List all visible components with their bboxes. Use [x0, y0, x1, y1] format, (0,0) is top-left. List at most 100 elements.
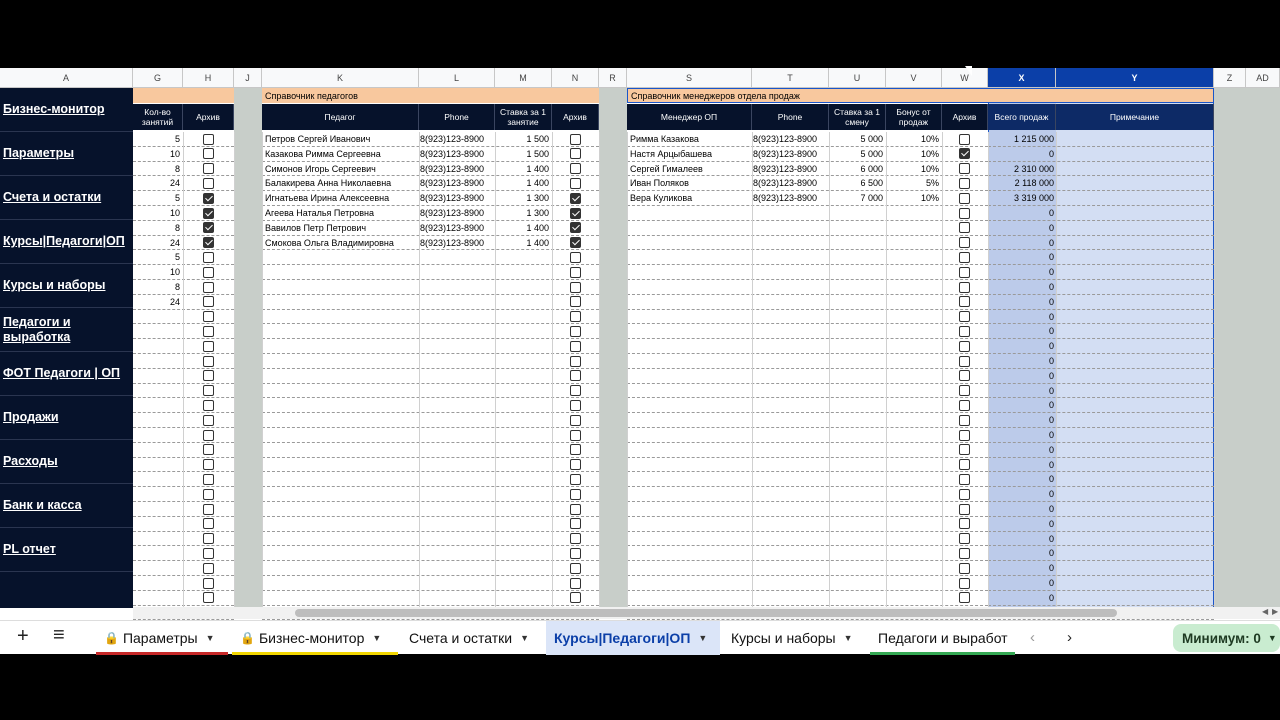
teacher-archive-checkbox[interactable]: [570, 192, 581, 204]
column-header-x[interactable]: X: [988, 68, 1056, 88]
archive-checkbox[interactable]: [203, 340, 214, 352]
teacher-archive-checkbox[interactable]: [570, 547, 581, 559]
archive-checkbox[interactable]: [203, 311, 214, 323]
manager-archive-checkbox[interactable]: [959, 488, 970, 500]
sheet-tab-5[interactable]: Педагоги и выработ: [870, 621, 1015, 655]
tabs-scroll-right-icon[interactable]: ›: [1067, 629, 1072, 646]
manager-archive-checkbox[interactable]: [959, 281, 970, 293]
scrollbar-thumb[interactable]: [295, 609, 1117, 617]
archive-checkbox[interactable]: [203, 459, 214, 471]
column-header-l[interactable]: L: [419, 68, 495, 88]
teacher-archive-checkbox[interactable]: [570, 592, 581, 604]
archive-checkbox[interactable]: [203, 399, 214, 411]
column-header-j[interactable]: J: [234, 68, 262, 88]
manager-archive-checkbox[interactable]: [959, 355, 970, 367]
manager-archive-checkbox[interactable]: [959, 340, 970, 352]
nav-link-10[interactable]: PL отчет: [0, 528, 133, 572]
nav-link-9[interactable]: Банк и касса: [0, 484, 133, 528]
manager-archive-checkbox[interactable]: [959, 237, 970, 249]
archive-checkbox[interactable]: [203, 237, 214, 249]
manager-archive-checkbox[interactable]: [959, 385, 970, 397]
archive-checkbox[interactable]: [203, 296, 214, 308]
archive-checkbox[interactable]: [203, 488, 214, 500]
archive-checkbox[interactable]: [203, 355, 214, 367]
teacher-archive-checkbox[interactable]: [570, 281, 581, 293]
archive-checkbox[interactable]: [203, 533, 214, 545]
teacher-archive-checkbox[interactable]: [570, 473, 581, 485]
sheet-tab-3[interactable]: Курсы|Педагоги|ОП ▼: [546, 621, 720, 655]
manager-archive-checkbox[interactable]: [959, 547, 970, 559]
teacher-archive-checkbox[interactable]: [570, 163, 581, 175]
teacher-archive-checkbox[interactable]: [570, 444, 581, 456]
nav-link-0[interactable]: Бизнес-монитор: [0, 88, 133, 132]
teacher-archive-checkbox[interactable]: [570, 518, 581, 530]
archive-checkbox[interactable]: [203, 473, 214, 485]
manager-archive-checkbox[interactable]: [959, 177, 970, 189]
teacher-archive-checkbox[interactable]: [570, 222, 581, 234]
archive-checkbox[interactable]: [203, 592, 214, 604]
teacher-archive-checkbox[interactable]: [570, 577, 581, 589]
column-header-k[interactable]: K: [262, 68, 419, 88]
manager-archive-checkbox[interactable]: [959, 399, 970, 411]
archive-checkbox[interactable]: [203, 503, 214, 515]
archive-checkbox[interactable]: [203, 163, 214, 175]
scroll-right-icon[interactable]: ▶: [1272, 607, 1280, 616]
teacher-archive-checkbox[interactable]: [570, 385, 581, 397]
archive-checkbox[interactable]: [203, 192, 214, 204]
archive-checkbox[interactable]: [203, 251, 214, 263]
teacher-archive-checkbox[interactable]: [570, 325, 581, 337]
tabs-scroll-left-icon[interactable]: ‹: [1030, 629, 1035, 646]
manager-archive-checkbox[interactable]: [959, 533, 970, 545]
manager-archive-checkbox[interactable]: [959, 518, 970, 530]
nav-link-7[interactable]: Продажи: [0, 396, 133, 440]
manager-archive-checkbox[interactable]: [959, 148, 970, 160]
column-header-ad[interactable]: AD: [1246, 68, 1280, 88]
teacher-archive-checkbox[interactable]: [570, 429, 581, 441]
column-header-r[interactable]: R: [599, 68, 627, 88]
nav-link-1[interactable]: Параметры: [0, 132, 133, 176]
manager-archive-checkbox[interactable]: [959, 163, 970, 175]
sheet-tab-4[interactable]: Курсы и наборы ▼: [723, 621, 865, 655]
archive-checkbox[interactable]: [203, 133, 214, 145]
manager-archive-checkbox[interactable]: [959, 429, 970, 441]
teacher-archive-checkbox[interactable]: [570, 414, 581, 426]
nav-link-6[interactable]: ФОТ Педагоги | ОП: [0, 352, 133, 396]
teacher-archive-checkbox[interactable]: [570, 399, 581, 411]
column-header-y[interactable]: Y: [1056, 68, 1214, 88]
archive-checkbox[interactable]: [203, 148, 214, 160]
teacher-archive-checkbox[interactable]: [570, 459, 581, 471]
archive-checkbox[interactable]: [203, 444, 214, 456]
archive-checkbox[interactable]: [203, 266, 214, 278]
teacher-archive-checkbox[interactable]: [570, 340, 581, 352]
manager-archive-checkbox[interactable]: [959, 266, 970, 278]
teacher-archive-checkbox[interactable]: [570, 355, 581, 367]
sheet-tab-2[interactable]: Счета и остатки ▼: [401, 621, 543, 655]
teacher-archive-checkbox[interactable]: [570, 237, 581, 249]
nav-link-8[interactable]: Расходы: [0, 440, 133, 484]
archive-checkbox[interactable]: [203, 222, 214, 234]
nav-link-2[interactable]: Счета и остатки: [0, 176, 133, 220]
manager-archive-checkbox[interactable]: [959, 207, 970, 219]
scroll-left-icon[interactable]: ◀: [1262, 607, 1270, 616]
column-header-s[interactable]: S: [627, 68, 752, 88]
archive-checkbox[interactable]: [203, 518, 214, 530]
archive-checkbox[interactable]: [203, 414, 214, 426]
column-header-n[interactable]: N: [552, 68, 599, 88]
column-header-a[interactable]: A: [0, 68, 133, 88]
manager-archive-checkbox[interactable]: [959, 503, 970, 515]
column-header-h[interactable]: H: [183, 68, 234, 88]
teacher-archive-checkbox[interactable]: [570, 533, 581, 545]
teacher-archive-checkbox[interactable]: [570, 207, 581, 219]
manager-archive-checkbox[interactable]: [959, 473, 970, 485]
column-header-u[interactable]: U: [829, 68, 886, 88]
manager-archive-checkbox[interactable]: [959, 414, 970, 426]
teacher-archive-checkbox[interactable]: [570, 562, 581, 574]
column-header-z[interactable]: Z: [1214, 68, 1246, 88]
manager-archive-checkbox[interactable]: [959, 370, 970, 382]
column-header-m[interactable]: M: [495, 68, 552, 88]
archive-checkbox[interactable]: [203, 207, 214, 219]
archive-checkbox[interactable]: [203, 177, 214, 189]
sheet-tab-0[interactable]: 🔒 Параметры ▼: [96, 621, 228, 655]
teacher-archive-checkbox[interactable]: [570, 311, 581, 323]
nav-link-3[interactable]: Курсы|Педагоги|ОП: [0, 220, 133, 264]
